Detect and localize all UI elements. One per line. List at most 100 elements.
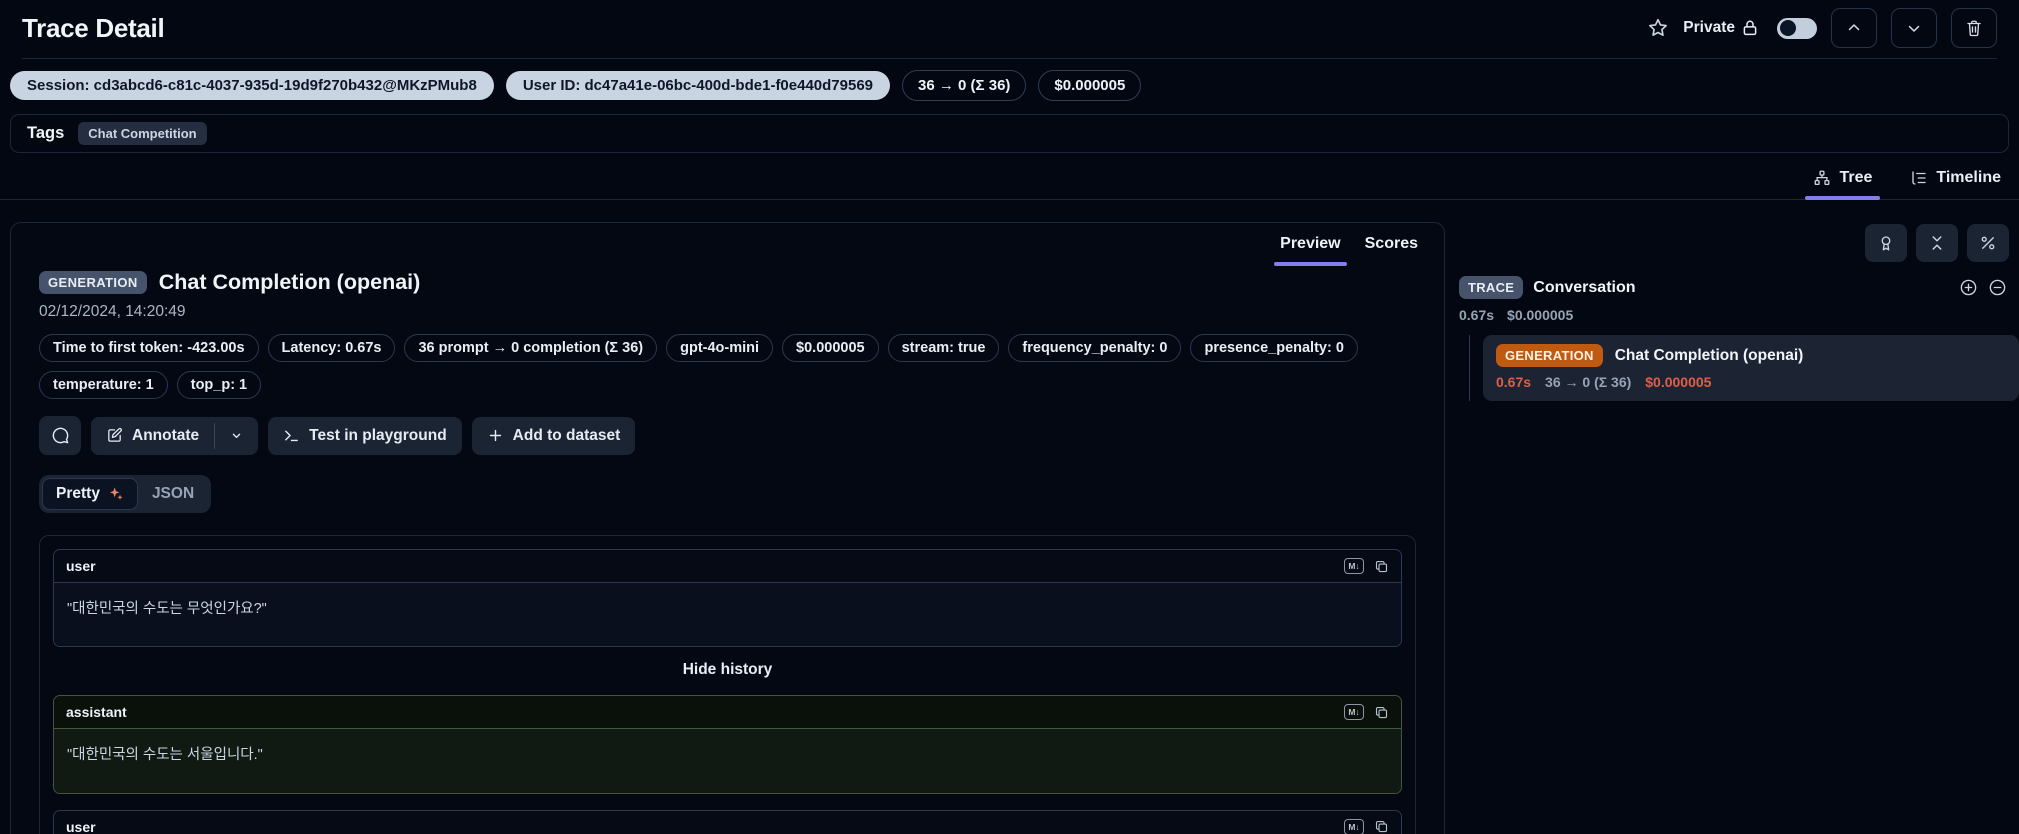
tags-label: Tags [27, 124, 65, 142]
terminal-icon [283, 427, 300, 444]
node-latency: 0.67s [1496, 374, 1532, 390]
annotate-button[interactable]: Annotate [91, 416, 215, 455]
generation-node-title: Chat Completion (openai) [1614, 346, 1804, 364]
collapse-all-button[interactable] [1916, 224, 1958, 262]
generation-node-badge: GENERATION [1496, 344, 1603, 367]
trace-metrics: 0.67s $0.000005 [1457, 299, 2019, 323]
generation-type-badge: GENERATION [39, 271, 147, 294]
trace-cost: $0.000005 [1507, 307, 1574, 323]
main-area: Preview Scores GENERATION Chat Completio… [0, 200, 2019, 834]
toggle-knob [1780, 20, 1796, 36]
annotate-dropdown-button[interactable] [215, 417, 258, 455]
add-to-dataset-label: Add to dataset [512, 426, 621, 444]
tab-timeline-label: Timeline [1936, 169, 2001, 186]
format-pretty[interactable]: Pretty [42, 478, 138, 510]
preview-scores-tabs: Preview Scores [11, 223, 1444, 266]
next-trace-button[interactable] [1891, 8, 1937, 48]
metric-latency: Latency: 0.67s [267, 334, 396, 362]
sparkles-icon [108, 486, 124, 502]
prev-trace-button[interactable] [1831, 8, 1877, 48]
copy-icon[interactable] [1374, 559, 1389, 574]
scores-award-button[interactable] [1865, 224, 1907, 262]
privacy-label: Private [1683, 19, 1735, 36]
privacy-label-group: Private [1683, 19, 1759, 37]
message-role: user [66, 818, 96, 834]
metrics-percent-button[interactable] [1967, 224, 2009, 262]
tree-toolbar [1457, 222, 2019, 262]
message-header: user M↓ [54, 810, 1401, 834]
comment-button[interactable] [39, 416, 81, 455]
markdown-toggle-icon[interactable]: M↓ [1344, 818, 1364, 834]
message-user-1: user M↓ "대한민국의 수도는 무엇인가요?" [53, 549, 1402, 648]
trace-title: Conversation [1533, 278, 1636, 296]
tab-timeline[interactable]: Timeline [1902, 159, 2009, 199]
expand-all-icon[interactable] [1959, 278, 1978, 297]
metric-cost: $0.000005 [782, 334, 879, 362]
plus-icon [487, 427, 504, 444]
copy-icon[interactable] [1374, 705, 1389, 720]
markdown-toggle-icon[interactable]: M↓ [1344, 558, 1364, 574]
timeline-icon [1910, 169, 1928, 187]
app-header: Trace Detail Private [0, 0, 2019, 58]
messages-container: user M↓ "대한민국의 수도는 무엇인가요?" Hide history … [39, 535, 1416, 834]
trace-latency: 0.67s [1459, 307, 1495, 323]
session-badge[interactable]: Session: cd3abcd6-c81c-4037-935d-19d9f27… [10, 71, 494, 100]
page-title: Trace Detail [22, 12, 165, 43]
message-header: user M↓ [54, 550, 1401, 583]
tab-tree[interactable]: Tree [1805, 159, 1881, 200]
observation-card: Preview Scores GENERATION Chat Completio… [10, 222, 1445, 834]
metric-top-p: top_p: 1 [176, 371, 262, 399]
copy-icon[interactable] [1374, 819, 1389, 834]
privacy-toggle[interactable] [1777, 17, 1817, 39]
annotate-pen-icon [106, 427, 123, 444]
annotate-label: Annotate [132, 426, 200, 444]
trace-tree-panel: TRACE Conversation 0.67s $0.000005 GENER… [1457, 222, 2019, 401]
trace-root-row[interactable]: TRACE Conversation [1457, 262, 2019, 299]
hide-history-button[interactable]: Hide history [53, 647, 1402, 695]
tab-preview[interactable]: Preview [1268, 223, 1352, 266]
message-user-2: user M↓ "감사합니다 " [53, 809, 1402, 834]
trace-type-badge: TRACE [1459, 276, 1524, 299]
metric-model[interactable]: gpt-4o-mini [666, 334, 774, 362]
tab-scores[interactable]: Scores [1353, 223, 1430, 266]
playground-button[interactable]: Test in playground [268, 416, 462, 455]
header-controls: Private [1647, 8, 1997, 48]
tree-icon [1813, 169, 1831, 187]
message-content: "대한민국의 수도는 서울입니다." [54, 729, 1401, 793]
bookmark-star-icon[interactable] [1647, 17, 1669, 39]
metric-time-to-first-token: Time to first token: -423.00s [39, 334, 259, 362]
metric-temperature: temperature: 1 [39, 371, 168, 399]
node-cost: $0.000005 [1645, 374, 1712, 390]
tab-tree-label: Tree [1839, 169, 1873, 186]
collapse-node-icon[interactable] [1988, 278, 2007, 297]
tags-container: Tags Chat Competition [10, 114, 2009, 153]
add-to-dataset-button[interactable]: Add to dataset [471, 416, 636, 455]
message-assistant: assistant M↓ "대한민국의 수도는 서울입니다." [53, 695, 1402, 794]
format-json[interactable]: JSON [138, 478, 208, 510]
metric-presence-penalty: presence_penalty: 0 [1190, 334, 1358, 362]
total-cost-badge: $0.000005 [1038, 70, 1142, 101]
message-role: user [66, 558, 96, 574]
meta-badges-row: Session: cd3abcd6-c81c-4037-935d-19d9f27… [0, 59, 2019, 112]
delete-trace-button[interactable] [1951, 8, 1997, 48]
token-usage-badge: 36 → 0 (Σ 36) [902, 70, 1027, 101]
message-content: "대한민국의 수도는 무엇인가요?" [54, 583, 1401, 647]
actions-row: Annotate Test in playground Add to datas… [11, 399, 1444, 455]
user-id-badge[interactable]: User ID: dc47a41e-06bc-400d-bde1-f0e440d… [505, 71, 891, 100]
generation-node-metrics: 0.67s 36 → 0 (Σ 36) $0.000005 [1496, 367, 2006, 390]
annotate-split-button: Annotate [91, 416, 259, 455]
node-tokens: 36 → 0 (Σ 36) [1545, 374, 1632, 390]
metric-token-usage: 36 prompt → 0 completion (Σ 36) [404, 334, 658, 362]
generation-node-selected[interactable]: GENERATION Chat Completion (openai) 0.67… [1483, 335, 2019, 401]
metric-stream: stream: true [887, 334, 1000, 362]
markdown-toggle-icon[interactable]: M↓ [1344, 704, 1364, 721]
observation-title: Chat Completion (openai) [158, 270, 421, 294]
trace-expand-controls [1959, 278, 2007, 297]
view-tabs: Tree Timeline [0, 159, 2019, 200]
metric-frequency-penalty: frequency_penalty: 0 [1008, 334, 1182, 362]
tag-chip[interactable]: Chat Competition [78, 122, 207, 145]
lock-icon [1741, 19, 1759, 37]
observation-header: GENERATION Chat Completion (openai) 02/1… [11, 266, 1444, 321]
tree-children: GENERATION Chat Completion (openai) 0.67… [1469, 335, 2019, 401]
message-header: assistant M↓ [54, 696, 1401, 730]
